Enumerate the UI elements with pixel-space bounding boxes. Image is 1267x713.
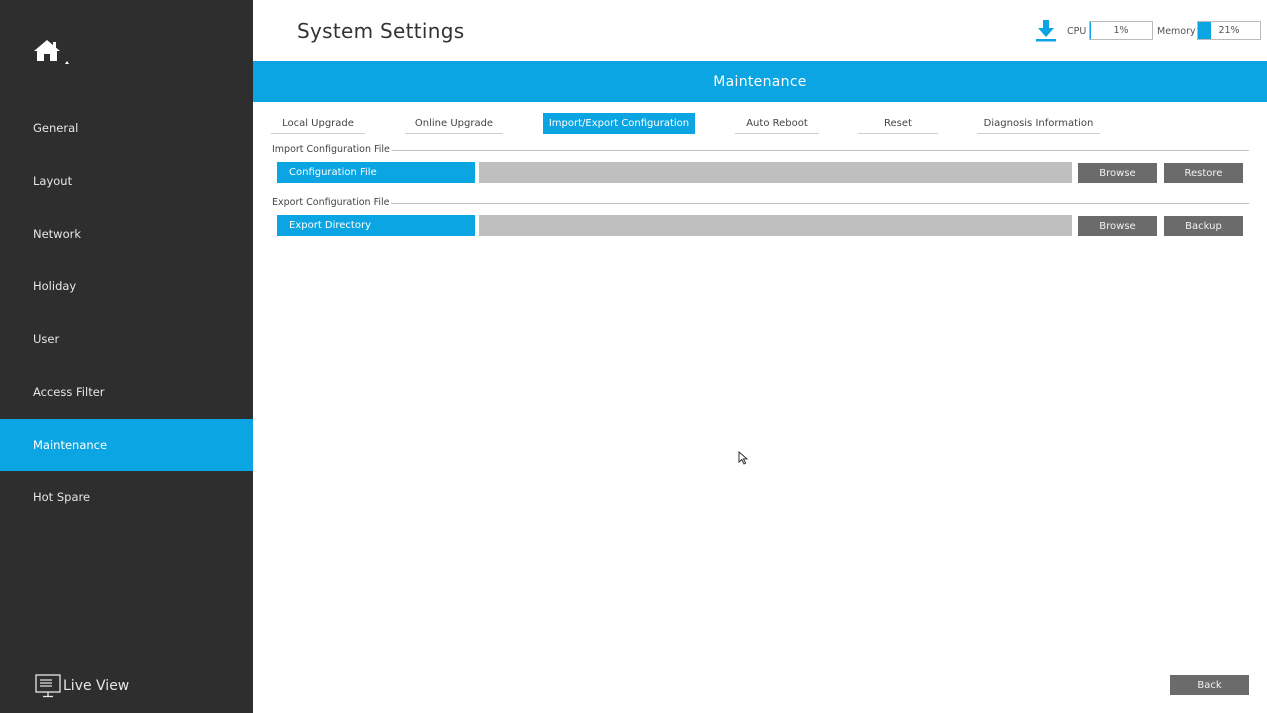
tab-label: Reset: [884, 117, 912, 129]
sidebar-item-user[interactable]: User: [0, 313, 253, 365]
download-icon[interactable]: [1035, 19, 1057, 43]
configuration-file-input[interactable]: [479, 162, 1072, 183]
section-banner: Maintenance: [253, 61, 1267, 102]
backup-button[interactable]: Backup: [1164, 216, 1243, 236]
mouse-pointer-icon: [738, 451, 749, 465]
export-directory-input[interactable]: [479, 215, 1072, 236]
sidebar-item-general[interactable]: General: [0, 102, 253, 154]
tab-reset[interactable]: Reset: [858, 113, 938, 134]
tab-diagnosis-information[interactable]: Diagnosis Information: [977, 113, 1100, 134]
live-view-label: Live View: [63, 678, 130, 694]
export-directory-label-text: Export Directory: [289, 220, 372, 231]
tab-label: Auto Reboot: [746, 117, 808, 129]
sidebar-item-label: Hot Spare: [33, 490, 91, 504]
sidebar-item-layout[interactable]: Layout: [0, 155, 253, 207]
tab-online-upgrade[interactable]: Online Upgrade: [405, 113, 503, 134]
backup-label: Backup: [1185, 220, 1222, 232]
configuration-file-label: Configuration File: [277, 162, 475, 183]
cpu-usage-meter: 1%: [1089, 21, 1153, 40]
cpu-value: 1%: [1113, 25, 1129, 36]
monitor-icon: [35, 674, 61, 698]
export-browse-label: Browse: [1099, 220, 1136, 232]
sidebar-item-maintenance[interactable]: Maintenance: [0, 419, 253, 471]
sidebar-item-label: General: [33, 121, 79, 135]
sidebar: General Layout Network Holiday User Acce…: [0, 0, 253, 713]
import-section-divider: [272, 150, 1249, 151]
sidebar-item-label: Maintenance: [33, 438, 108, 452]
memory-usage-meter: 21%: [1197, 21, 1261, 40]
sidebar-item-label: Layout: [33, 174, 73, 188]
cpu-label: CPU: [1067, 26, 1087, 37]
tab-label: Diagnosis Information: [983, 117, 1094, 129]
sidebar-item-label: Holiday: [33, 279, 77, 293]
configuration-file-label-text: Configuration File: [289, 167, 377, 178]
sidebar-item-network[interactable]: Network: [0, 208, 253, 260]
back-button[interactable]: Back: [1170, 675, 1249, 695]
home-icon[interactable]: [33, 38, 73, 68]
sidebar-item-holiday[interactable]: Holiday: [0, 260, 253, 312]
sidebar-item-label: Access Filter: [33, 385, 105, 399]
memory-usage-fill: [1198, 22, 1212, 39]
import-section-title: Import Configuration File: [272, 144, 392, 155]
memory-value: 21%: [1218, 25, 1240, 36]
sidebar-item-label: Network: [33, 227, 82, 241]
export-directory-label: Export Directory: [277, 215, 475, 236]
cpu-usage-fill: [1090, 22, 1091, 39]
tab-auto-reboot[interactable]: Auto Reboot: [735, 113, 819, 134]
export-section-divider: [272, 203, 1249, 204]
export-section-title: Export Configuration File: [272, 197, 392, 208]
tab-label: Local Upgrade: [282, 117, 354, 129]
import-browse-button[interactable]: Browse: [1078, 163, 1157, 183]
memory-label: Memory: [1157, 26, 1196, 37]
export-browse-button[interactable]: Browse: [1078, 216, 1157, 236]
restore-button[interactable]: Restore: [1164, 163, 1243, 183]
sidebar-item-label: User: [33, 332, 60, 346]
tab-label: Import/Export Configuration: [548, 118, 690, 129]
restore-label: Restore: [1184, 167, 1223, 179]
banner-title: Maintenance: [713, 73, 807, 90]
tab-import-export-configuration[interactable]: Import/Export Configuration: [543, 113, 695, 134]
live-view-button[interactable]: Live View: [35, 674, 129, 698]
back-label: Back: [1197, 679, 1222, 691]
tab-local-upgrade[interactable]: Local Upgrade: [271, 113, 365, 134]
sidebar-item-access-filter[interactable]: Access Filter: [0, 366, 253, 418]
page-title: System Settings: [297, 19, 465, 43]
tab-label: Online Upgrade: [414, 117, 494, 129]
sidebar-item-hot-spare[interactable]: Hot Spare: [0, 471, 253, 523]
import-browse-label: Browse: [1099, 167, 1136, 179]
